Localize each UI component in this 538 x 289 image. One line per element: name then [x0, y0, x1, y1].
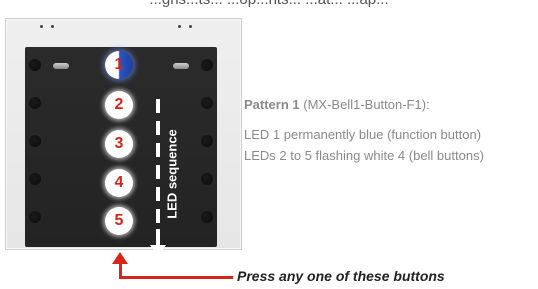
- red-arrow-line: [119, 276, 233, 279]
- side-button: [29, 173, 41, 185]
- pattern-title: Pattern 1 (MX-Bell1-Button-F1):: [244, 97, 430, 112]
- screw-hole: [189, 25, 192, 28]
- sequence-arrow-dash: [156, 143, 160, 157]
- side-button: [29, 211, 41, 223]
- led-5-bell-button[interactable]: 5: [105, 207, 133, 235]
- side-button: [29, 59, 41, 71]
- cropped-header-text: ...gns...ts... ...op...nts... ...at... .…: [0, 0, 538, 8]
- sequence-arrow-dash: [156, 165, 160, 179]
- screw-hole: [178, 25, 181, 28]
- led-2-bell-button[interactable]: 2: [105, 91, 133, 119]
- indicator-slot: [173, 63, 189, 69]
- red-arrow-stem: [119, 263, 122, 277]
- pattern-model: (MX-Bell1-Button-F1):: [299, 97, 430, 112]
- led-3-bell-button[interactable]: 3: [105, 130, 133, 158]
- sequence-arrow-dash: [156, 209, 160, 223]
- pattern-name: Pattern 1: [244, 97, 300, 112]
- door-station-module: 1 2 3 4 5 LED sequence: [5, 18, 242, 257]
- sequence-arrow-dash: [156, 187, 160, 201]
- sequence-arrow-down-icon: [150, 245, 166, 257]
- side-button: [201, 97, 213, 109]
- sequence-arrow-dash: [156, 229, 160, 245]
- indicator-slot: [53, 63, 69, 69]
- side-button: [201, 135, 213, 147]
- led-4-bell-button[interactable]: 4: [105, 169, 133, 197]
- sequence-arrow-dash: [156, 121, 160, 135]
- screw-hole: [51, 25, 54, 28]
- side-button: [29, 135, 41, 147]
- led-sequence-label: LED sequence: [164, 129, 180, 219]
- led-1-function-button[interactable]: 1: [105, 51, 133, 79]
- side-button: [201, 173, 213, 185]
- screw-hole: [40, 25, 43, 28]
- pattern-description-line-2: LEDs 2 to 5 flashing white 4 (bell butto…: [244, 148, 484, 163]
- sequence-arrow-dash: [156, 99, 160, 113]
- side-button: [29, 97, 41, 109]
- press-instruction: Press any one of these buttons: [237, 268, 445, 284]
- side-button: [201, 211, 213, 223]
- pattern-description-line-1: LED 1 permanently blue (function button): [244, 127, 482, 142]
- side-button: [201, 59, 213, 71]
